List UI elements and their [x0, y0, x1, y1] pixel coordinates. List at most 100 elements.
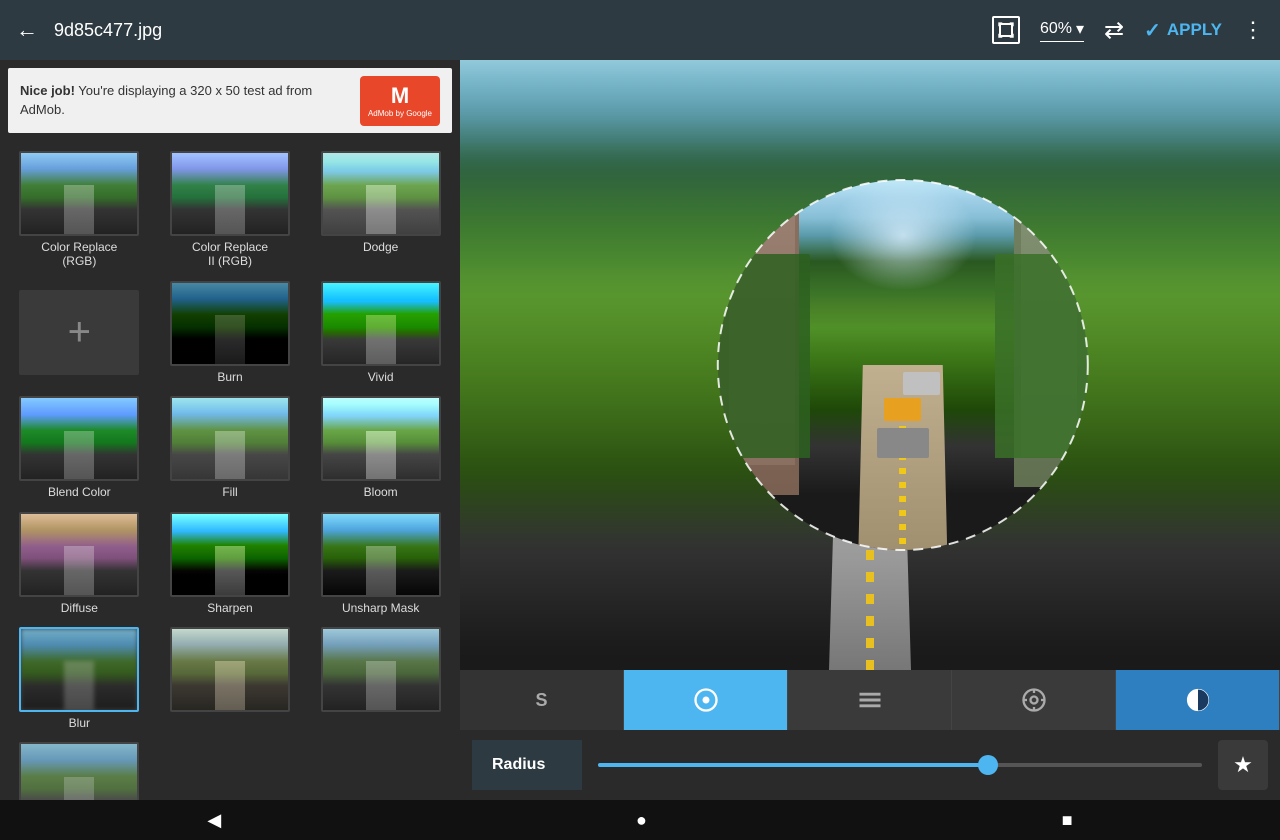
- filter-label: Unsharp Mask: [342, 601, 419, 615]
- radius-slider[interactable]: [598, 763, 1202, 767]
- back-button[interactable]: ←: [16, 17, 38, 43]
- sky-glow: [829, 180, 977, 291]
- car-3: [903, 372, 940, 394]
- star-button[interactable]: ★: [1218, 740, 1268, 790]
- thumb-img: [21, 398, 137, 479]
- star-icon: ★: [1233, 752, 1253, 778]
- car-2: [884, 398, 921, 420]
- filter-extra-2[interactable]: [305, 621, 456, 736]
- admob-text: AdMob by Google: [368, 109, 432, 118]
- car-1: [877, 428, 929, 458]
- home-nav-button[interactable]: ●: [636, 810, 647, 831]
- recents-nav-button[interactable]: ■: [1062, 810, 1073, 831]
- param-bar: Radius ★: [460, 730, 1280, 800]
- thumb-img: [21, 153, 137, 234]
- radial-icon: [692, 686, 720, 714]
- right-panel: S: [460, 60, 1280, 800]
- filter-label: Color ReplaceII (RGB): [192, 240, 268, 269]
- left-panel: Nice job! You're displaying a 320 x 50 t…: [0, 60, 460, 800]
- filter-label: Dodge: [363, 240, 398, 254]
- filename-label: 9d85c477.jpg: [54, 20, 976, 41]
- ad-bold: Nice job!: [20, 83, 75, 98]
- filter-thumb-color-replace-ii: [170, 151, 290, 236]
- filter-burn[interactable]: Burn: [155, 275, 306, 390]
- add-filter-button[interactable]: +: [4, 275, 155, 390]
- canvas-area[interactable]: [460, 60, 1280, 670]
- thumb-img: [21, 514, 137, 595]
- clear-circle: [718, 180, 1088, 550]
- filter-label: Blur: [69, 716, 90, 730]
- add-icon[interactable]: +: [19, 290, 139, 375]
- swap-icon[interactable]: ⇄: [1104, 16, 1124, 45]
- filter-thumb-color-replace-rgb: [19, 151, 139, 236]
- check-icon: ✓: [1144, 18, 1161, 43]
- filter-color-replace-rgb[interactable]: Color Replace(RGB): [4, 145, 155, 275]
- android-nav: ◀ ● ■: [0, 800, 1280, 840]
- thumb-img: [172, 153, 288, 234]
- filter-thumb-vivid: [321, 281, 441, 366]
- lines-tool-tab[interactable]: [788, 670, 952, 730]
- top-right-controls: 60% ▾ ⇄ ✓ APPLY ⋮: [992, 16, 1264, 45]
- filter-bloom[interactable]: Bloom: [305, 390, 456, 505]
- filter-thumb-dodge: [321, 151, 441, 236]
- thumb-img: [323, 283, 439, 364]
- thumb-img: [172, 514, 288, 595]
- thumb-img: [21, 629, 137, 710]
- filter-label: Diffuse: [61, 601, 98, 615]
- radius-slider-container: [582, 763, 1218, 767]
- thumb-img: [323, 153, 439, 234]
- ad-text: Nice job! You're displaying a 320 x 50 t…: [20, 82, 350, 118]
- filter-extra-1[interactable]: [155, 621, 306, 736]
- filter-label: Blend Color: [48, 485, 111, 499]
- filter-thumb-sharpen: [170, 512, 290, 597]
- filter-label: Bloom: [364, 485, 398, 499]
- radius-label: Radius: [472, 740, 582, 790]
- ad-banner: Nice job! You're displaying a 320 x 50 t…: [8, 68, 452, 133]
- filter-thumb-bloom: [321, 396, 441, 481]
- apply-button[interactable]: ✓ APPLY: [1144, 18, 1222, 43]
- contrast-tool-tab[interactable]: [1116, 670, 1280, 730]
- trees-right: [995, 254, 1088, 458]
- filter-label: Fill: [222, 485, 237, 499]
- thumb-img: [172, 629, 288, 710]
- admob-letter: M: [391, 83, 409, 109]
- filter-thumb-extra-1: [170, 627, 290, 712]
- filter-vivid[interactable]: Vivid: [305, 275, 456, 390]
- filter-blur[interactable]: Blur: [4, 621, 155, 736]
- filter-fill[interactable]: Fill: [155, 390, 306, 505]
- thumb-img: [21, 744, 137, 800]
- filter-label: Burn: [217, 370, 242, 384]
- filter-dodge[interactable]: Dodge: [305, 145, 456, 275]
- image-background: [460, 60, 1280, 670]
- filter-grid: Color Replace(RGB) Color ReplaceII (RGB)…: [0, 141, 460, 800]
- filter-thumb-unsharp-mask: [321, 512, 441, 597]
- filter-diffuse[interactable]: Diffuse: [4, 506, 155, 621]
- radial-tool-tab[interactable]: [624, 670, 788, 730]
- zoom-button[interactable]: 60% ▾: [1040, 19, 1084, 42]
- fullscreen-button[interactable]: [992, 16, 1020, 44]
- filter-thumb-blur: [19, 627, 139, 712]
- target-icon: [1020, 686, 1048, 714]
- filter-thumb-extra-2: [321, 627, 441, 712]
- filter-thumb-blend-color: [19, 396, 139, 481]
- filter-blend-color[interactable]: Blend Color: [4, 390, 155, 505]
- contrast-icon: [1184, 686, 1212, 714]
- filter-thumb-extra-3: [19, 742, 139, 800]
- trees-left: [718, 254, 811, 458]
- filter-sharpen[interactable]: Sharpen: [155, 506, 306, 621]
- filter-unsharp-mask[interactable]: Unsharp Mask: [305, 506, 456, 621]
- bottom-controls: S: [460, 670, 1280, 800]
- ad-badge: M AdMob by Google: [360, 76, 440, 126]
- s-label: S: [535, 690, 547, 711]
- back-nav-button[interactable]: ◀: [207, 810, 221, 831]
- filter-color-replace-ii-rgb[interactable]: Color ReplaceII (RGB): [155, 145, 306, 275]
- filter-extra-3[interactable]: [4, 736, 155, 800]
- more-button[interactable]: ⋮: [1242, 17, 1264, 43]
- s-tool-tab[interactable]: S: [460, 670, 624, 730]
- apply-label: APPLY: [1167, 20, 1222, 40]
- target-tool-tab[interactable]: [952, 670, 1116, 730]
- thumb-img: [323, 398, 439, 479]
- main-layout: Nice job! You're displaying a 320 x 50 t…: [0, 60, 1280, 800]
- filter-thumb-fill: [170, 396, 290, 481]
- filter-thumb-diffuse: [19, 512, 139, 597]
